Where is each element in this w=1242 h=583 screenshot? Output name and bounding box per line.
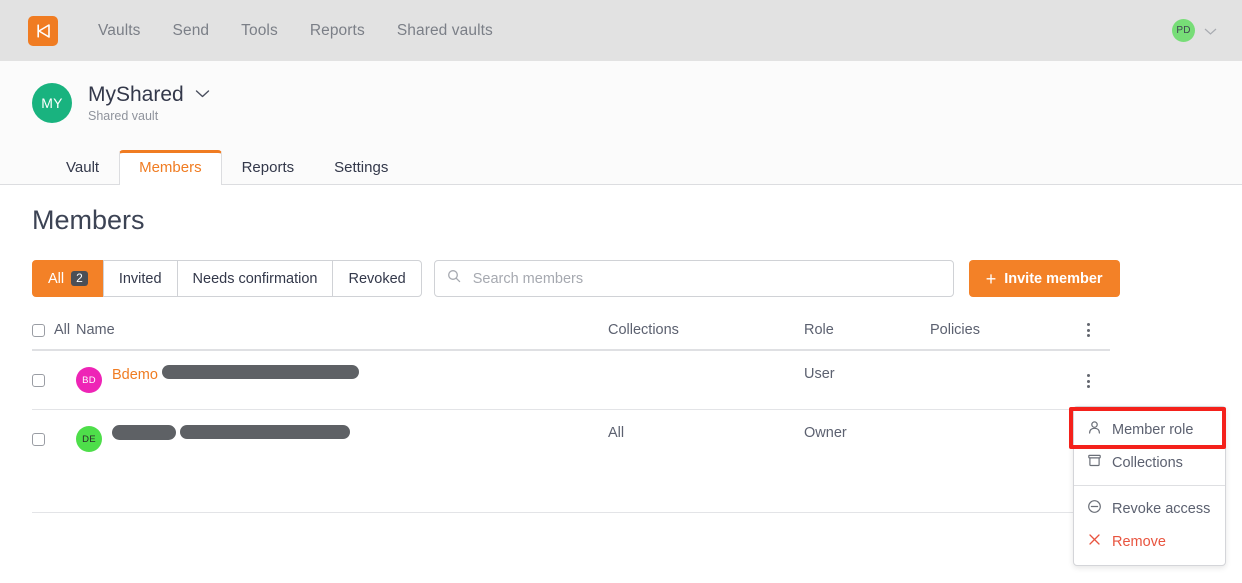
top-navigation-bar: Vaults Send Tools Reports Shared vaults … (0, 0, 1242, 61)
nav-item-tools[interactable]: Tools (225, 16, 294, 46)
context-menu-item-label: Remove (1112, 533, 1166, 550)
select-all-checkbox[interactable] (32, 323, 45, 337)
member-name-link[interactable] (112, 425, 180, 443)
organization-subtitle: Shared vault (88, 108, 159, 123)
select-all-label: All (54, 322, 71, 338)
minus-circle-icon (1087, 499, 1102, 518)
tab-reports[interactable]: Reports (222, 150, 315, 185)
search-box[interactable] (433, 260, 954, 297)
context-menu-divider (1074, 485, 1225, 486)
user-icon (1087, 420, 1102, 439)
row-checkbox[interactable] (32, 433, 45, 446)
member-email (162, 365, 360, 382)
column-header-role[interactable]: Role (804, 322, 834, 338)
tab-bar: Vault Members Reports Settings (0, 145, 1242, 185)
context-menu-item-label: Collections (1112, 454, 1183, 471)
organization-avatar: MY (32, 83, 72, 123)
filter-all-count: 2 (71, 271, 88, 286)
account-menu[interactable]: PD (1172, 19, 1218, 42)
page-title: Members (32, 205, 145, 235)
row-context-menu: Member role Collections Revoke access Re… (1073, 406, 1226, 566)
status-filter-group: All 2 Invited Needs confirmation Revoked (32, 260, 422, 297)
member-email (180, 425, 351, 442)
row-checkbox[interactable] (32, 374, 45, 387)
invite-member-button[interactable]: + Invite member (968, 260, 1120, 297)
nav-item-shared-vaults[interactable]: Shared vaults (381, 16, 509, 46)
members-toolbar: All 2 Invited Needs confirmation Revoked… (32, 260, 1210, 297)
row-options-menu-icon[interactable] (1081, 371, 1096, 391)
member-role: User (804, 366, 835, 382)
redacted-email (162, 365, 360, 379)
top-nav-links: Vaults Send Tools Reports Shared vaults (82, 16, 509, 46)
member-collections: All (608, 425, 625, 441)
members-table: All Name Collections Role Policies BD Bd (32, 320, 1110, 513)
invite-member-label: Invite member (1004, 270, 1103, 287)
chevron-down-icon[interactable] (194, 86, 211, 104)
archive-box-icon (1087, 453, 1102, 472)
search-input[interactable] (470, 269, 941, 288)
app-window: Vaults Send Tools Reports Shared vaults … (0, 0, 1242, 583)
organization-name: MyShared (88, 83, 184, 107)
context-menu-item-label: Member role (1112, 421, 1194, 438)
tab-vault[interactable]: Vault (46, 150, 119, 185)
chevron-down-icon[interactable] (1203, 26, 1218, 36)
bitwarden-shield-icon[interactable] (28, 15, 58, 46)
plus-icon: + (985, 268, 997, 289)
tab-settings[interactable]: Settings (314, 150, 408, 185)
filter-revoked-button[interactable]: Revoked (332, 260, 422, 297)
table-options-menu-icon[interactable] (1081, 320, 1096, 340)
organization-header: MY MyShared Shared vault (0, 61, 1242, 145)
avatar[interactable]: PD (1172, 19, 1195, 42)
context-menu-item-member-role[interactable]: Member role (1074, 413, 1225, 446)
table-header-row: All Name Collections Role Policies (32, 320, 1110, 351)
nav-item-send[interactable]: Send (157, 16, 226, 46)
nav-item-vaults[interactable]: Vaults (82, 16, 157, 46)
context-menu-item-collections[interactable]: Collections (1074, 446, 1225, 479)
table-row: BD Bdemo User (32, 351, 1110, 410)
close-x-icon (1087, 532, 1102, 551)
filter-invited-button[interactable]: Invited (102, 260, 178, 297)
context-menu-item-remove[interactable]: Remove (1074, 525, 1225, 558)
filter-all-label: All (48, 270, 65, 287)
search-icon (447, 269, 471, 288)
filter-needs-confirmation-button[interactable]: Needs confirmation (176, 260, 334, 297)
table-row: DE All Owner (32, 410, 1110, 513)
redacted-email (180, 425, 351, 439)
avatar: BD (76, 367, 102, 393)
context-menu-item-revoke-access[interactable]: Revoke access (1074, 492, 1225, 525)
filter-all-button[interactable]: All 2 (32, 260, 104, 297)
organization-info: MyShared Shared vault (88, 83, 211, 123)
main-content: Members All 2 Invited Needs confirmation… (0, 185, 1242, 513)
column-header-policies[interactable]: Policies (930, 322, 980, 338)
column-header-collections[interactable]: Collections (608, 322, 679, 338)
member-role: Owner (804, 425, 847, 441)
avatar: DE (76, 426, 102, 452)
redacted-name (112, 425, 176, 440)
context-menu-item-label: Revoke access (1112, 500, 1211, 517)
tab-members[interactable]: Members (119, 150, 222, 185)
nav-item-reports[interactable]: Reports (294, 16, 381, 46)
member-name-link[interactable]: Bdemo (112, 367, 158, 383)
column-header-name[interactable]: Name (76, 322, 115, 338)
